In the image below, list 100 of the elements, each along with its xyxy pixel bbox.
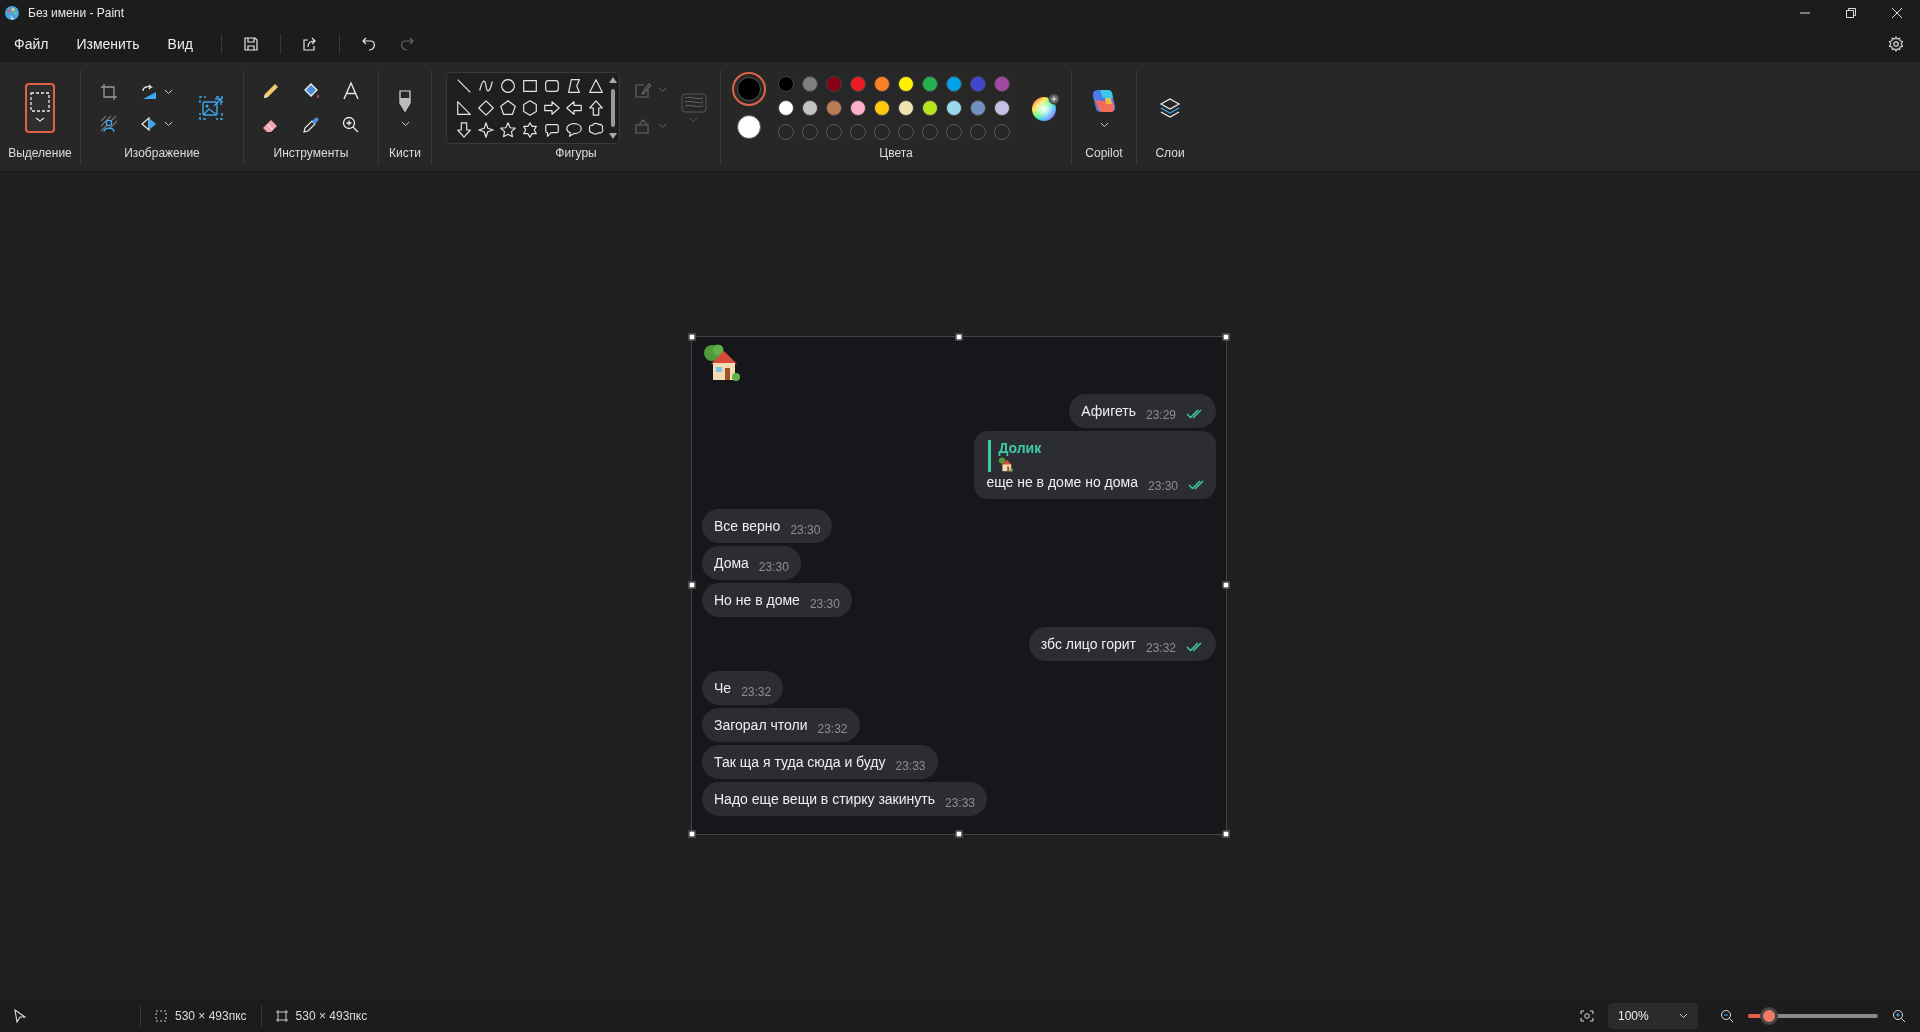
speech-bubble-icon[interactable] [542,121,561,139]
selection-size: 530 × 493пкс [175,1009,247,1023]
menu-item[interactable]: Изменить [66,32,150,56]
color-swatch[interactable] [850,76,866,92]
resize-handle[interactable] [955,830,963,837]
zoom-slider[interactable] [1748,1006,1878,1026]
slider-thumb[interactable] [1759,1007,1778,1025]
speech-bubble-icon[interactable] [564,121,583,139]
undo-icon[interactable] [360,36,377,52]
group-label: Кисти [389,146,421,162]
resize-handle[interactable] [1222,581,1230,589]
resize-handle[interactable] [1222,830,1230,837]
group-label: Слои [1155,146,1185,162]
layers-icon[interactable] [1159,97,1181,119]
color-swatch[interactable] [946,100,962,116]
color-swatch[interactable] [778,100,794,116]
message-text: Афигеть [1081,402,1136,419]
star-icon[interactable] [498,121,517,139]
outline-icon[interactable] [633,81,652,99]
message-time: 23:32 [741,684,772,699]
color-swatch[interactable] [898,100,914,116]
color-swatch[interactable] [826,100,842,116]
message-text: Все верно [714,517,781,534]
color-swatch[interactable] [826,76,842,92]
magnifier-icon[interactable] [341,115,361,135]
message-time: 23:30 [758,559,789,574]
group-label: Изображение [124,146,200,162]
color-swatch[interactable] [970,100,986,116]
pentagon-icon[interactable] [498,99,517,117]
crop-icon[interactable] [100,83,118,101]
message-text: Но не в доме [714,591,800,608]
paint-app-icon [4,5,20,21]
color-swatch[interactable] [850,100,866,116]
arrow-up-icon[interactable] [586,99,605,117]
menu-item[interactable]: Файл [4,32,59,56]
redo-icon[interactable] [398,36,415,52]
arrow-down-icon[interactable] [454,121,473,139]
zoom-dropdown[interactable]: 100% [1608,1003,1698,1029]
scroll-up-icon[interactable] [608,77,617,83]
color-wheel-icon[interactable] [1030,93,1060,123]
color-swatch[interactable] [994,76,1010,92]
color-swatch[interactable] [898,76,914,92]
four-point-star-icon[interactable] [476,121,495,139]
right-triangle-icon[interactable] [454,99,473,117]
group-label: Выделение [8,146,72,162]
resize-handle[interactable] [688,581,696,589]
brush-icon[interactable] [397,89,413,113]
group-label: Copilot [1085,146,1123,162]
message-text: Загорал чтоли [714,716,808,733]
save-icon[interactable] [242,36,259,52]
remove-background-icon[interactable] [100,115,118,133]
message-text: Че [714,679,732,696]
share-icon[interactable] [301,36,318,52]
arrow-left-icon[interactable] [564,99,583,117]
text-tool-icon[interactable] [341,81,361,101]
arrow-right-icon[interactable] [542,99,561,117]
diamond-icon[interactable] [476,99,495,117]
curve-icon[interactable] [476,77,495,95]
house-tree-icon [702,343,742,382]
color-swatch[interactable] [946,76,962,92]
message-time: 23:30 [790,522,821,537]
color-swatch[interactable] [994,100,1010,116]
six-point-star-icon[interactable] [520,121,539,139]
window-title: Без имени - Paint [28,6,125,20]
triangle-icon[interactable] [586,77,605,95]
resize-image-icon[interactable] [198,95,224,121]
color-swatch[interactable] [922,76,938,92]
color-swatch[interactable] [970,76,986,92]
settings-icon[interactable] [1888,36,1904,52]
color-swatch[interactable] [874,76,890,92]
scrollbar-thumb[interactable] [610,89,615,127]
flip-icon[interactable] [140,115,158,133]
color-swatch[interactable] [802,76,818,92]
zoom-in-icon[interactable] [1892,1009,1906,1023]
menu-item[interactable]: Вид [157,32,203,56]
color-swatch[interactable] [922,100,938,116]
color-swatch[interactable] [778,76,794,92]
group-label: Фигуры [555,146,597,162]
close-icon[interactable] [1892,8,1902,18]
resize-handle[interactable] [955,333,963,340]
copilot-logo-icon[interactable] [1091,88,1117,114]
hexagon-icon[interactable] [520,99,539,117]
zoom-out-icon[interactable] [1720,1009,1734,1023]
resize-handle[interactable] [688,333,696,340]
pencil-icon[interactable] [261,81,281,101]
group-label: Цвета [879,146,913,162]
color-picker-icon[interactable] [301,115,321,135]
color-swatch[interactable] [802,100,818,116]
line-size-icon[interactable] [680,93,707,113]
rectangle-icon[interactable] [520,77,539,95]
house-tree-icon [998,456,1015,472]
color-swatch[interactable] [874,100,890,116]
restore-icon[interactable] [1846,8,1856,18]
resize-handle[interactable] [688,830,696,837]
message-time: 23:29 [1145,407,1176,422]
selection-tool-button[interactable] [25,83,55,133]
scroll-down-icon[interactable] [608,133,617,139]
fit-to-window-icon[interactable] [1580,1010,1594,1022]
resize-handle[interactable] [1222,333,1230,340]
rotate-icon[interactable] [140,83,158,101]
